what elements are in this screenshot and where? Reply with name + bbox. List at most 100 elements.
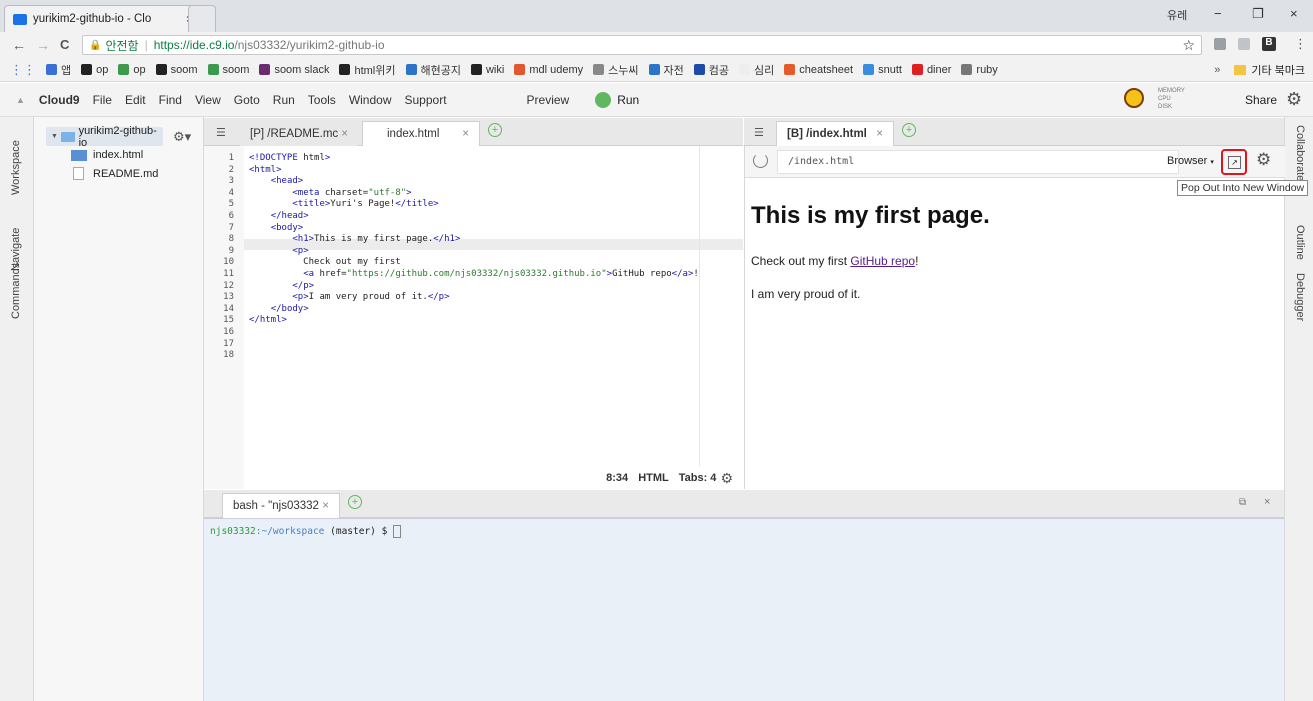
bookmark-label: diner <box>926 63 952 76</box>
menu-run[interactable]: Run <box>273 93 295 107</box>
other-bookmarks[interactable]: 기타 북마크 <box>1251 62 1305 78</box>
tree-file-item[interactable]: index.html <box>71 149 143 161</box>
bookmark-item[interactable]: soom <box>207 63 250 76</box>
code-line: <head> <box>270 176 304 187</box>
more-bookmarks-icon[interactable]: » <box>1214 64 1220 76</box>
tab-readme[interactable]: [P] /README.mc × <box>240 121 358 146</box>
bookmark-item[interactable]: 자전 <box>648 62 684 78</box>
outline-panel-button[interactable]: Outline <box>1294 225 1306 260</box>
editor-settings-gear-icon[interactable]: ⚙ <box>720 470 733 487</box>
workspace-panel-button[interactable]: Workspace <box>10 140 22 195</box>
close-panel-icon[interactable]: × <box>1264 496 1270 508</box>
window-close-icon[interactable]: × <box>1290 6 1298 21</box>
tab-preview[interactable]: [B] /index.html × <box>776 121 894 146</box>
terminal[interactable]: njs03332:~/workspace (master) $ <box>204 518 1284 701</box>
add-tab-icon[interactable]: + <box>488 123 502 137</box>
tree-file-item[interactable]: README.md <box>73 167 158 180</box>
collaborate-panel-button[interactable]: Collaborate <box>1294 125 1306 181</box>
menu-tools[interactable]: Tools <box>308 93 336 107</box>
refresh-icon[interactable] <box>753 153 768 168</box>
line-number: 13 <box>223 292 234 303</box>
bookmark-label: soom slack <box>274 63 330 76</box>
expand-arrow-icon[interactable]: ▼ <box>51 133 58 140</box>
menu-window[interactable]: Window <box>349 93 392 107</box>
bookmark-item[interactable]: ruby <box>961 64 998 76</box>
restore-icon[interactable]: ❐ <box>1252 6 1264 22</box>
minimize-icon[interactable]: − <box>1214 6 1222 21</box>
bookmark-item[interactable]: 해현공지 <box>405 62 461 78</box>
profile-name[interactable]: 유레 <box>1167 7 1187 23</box>
bookmark-item[interactable]: 앱 <box>46 62 71 78</box>
commands-panel-button[interactable]: Commands <box>10 263 22 319</box>
preview-settings-gear-icon[interactable]: ⚙ <box>1256 150 1271 170</box>
tab-close-icon[interactable]: × <box>876 128 883 140</box>
bold-extension-icon[interactable]: B <box>1262 37 1276 51</box>
bookmark-icon <box>118 64 130 75</box>
bookmark-item[interactable]: html위키 <box>339 62 396 78</box>
apps-grid-icon[interactable]: ⋮⋮ <box>10 62 36 78</box>
tab-close-icon[interactable]: × <box>322 500 329 512</box>
syntax-mode[interactable]: HTML <box>638 472 669 484</box>
share-button[interactable]: Share <box>1245 93 1277 107</box>
chrome-menu-icon[interactable]: ⋮ <box>1294 36 1307 52</box>
debugger-panel-button[interactable]: Debugger <box>1294 273 1306 321</box>
bookmark-label: soom <box>222 63 250 76</box>
ide-menubar: ▲ Cloud9 File Edit Find View Goto Run Tools Wind… <box>0 83 1313 117</box>
new-tab-button[interactable] <box>188 5 216 32</box>
add-tab-icon[interactable]: + <box>902 123 916 137</box>
code-editor[interactable]: 1 <!DOCTYPE html> 2 <html> 3 <head> 4 <meta c… <box>204 146 743 489</box>
run-button[interactable]: Run <box>617 93 639 107</box>
tab-index-html[interactable]: index.html × <box>362 121 480 146</box>
bookmark-item[interactable]: soom slack <box>259 64 329 76</box>
back-icon[interactable]: ← <box>12 37 26 53</box>
tab-close-icon[interactable]: × <box>341 128 348 140</box>
collapse-arrow-icon[interactable]: ▲ <box>16 95 25 105</box>
bookmark-item[interactable]: diner <box>911 63 952 76</box>
tab-terminal[interactable]: bash - "njs03332 × <box>222 493 340 518</box>
tab-close-icon[interactable]: × <box>462 128 469 140</box>
bookmark-item[interactable]: soom <box>155 64 198 76</box>
preview-url-input[interactable]: /index.html <box>777 150 1179 174</box>
menu-support[interactable]: Support <box>405 93 447 107</box>
folder-icon <box>1234 64 1247 75</box>
address-bar[interactable]: 🔒 안전함 | https://ide.c9.io /njs03332/yuri… <box>82 35 1202 55</box>
browser-dropdown[interactable]: Browser ▾ <box>1167 155 1214 167</box>
bookmark-item[interactable]: mdl udemy <box>514 64 583 76</box>
tab-list-icon[interactable]: ☰ <box>754 126 764 139</box>
tree-root[interactable]: ▼ yurikim2-github-io <box>46 125 163 149</box>
tab-list-icon[interactable]: ☰ <box>216 126 226 139</box>
menu-goto[interactable]: Goto <box>234 93 260 107</box>
bookmark-item[interactable]: op <box>118 64 146 76</box>
reload-icon[interactable]: C <box>60 37 69 52</box>
gear-icon[interactable]: ⚙ <box>1286 89 1302 110</box>
tab-size[interactable]: Tabs: 4 <box>679 472 717 484</box>
extension-icon[interactable] <box>1238 38 1250 50</box>
bookmark-item[interactable]: 심리 <box>739 62 774 78</box>
extension-icon[interactable] <box>1214 38 1226 50</box>
menu-cloud9[interactable]: Cloud9 <box>39 93 80 107</box>
avatar[interactable] <box>1124 88 1144 108</box>
bookmark-icon <box>207 64 219 75</box>
github-repo-link[interactable]: GitHub repo <box>850 254 915 268</box>
bookmark-item[interactable]: snutt <box>863 64 902 76</box>
bookmark-item[interactable]: 컴공 <box>693 62 729 78</box>
bookmark-star-icon[interactable]: ☆ <box>1182 37 1195 54</box>
bookmark-item[interactable]: cheatsheet <box>784 64 853 76</box>
menu-view[interactable]: View <box>195 93 221 107</box>
run-icon[interactable] <box>595 91 612 108</box>
maximize-panel-icon[interactable]: ⧉ <box>1239 497 1246 508</box>
bookmark-icon <box>405 64 417 75</box>
bookmark-label: wiki <box>485 63 505 76</box>
menu-file[interactable]: File <box>93 93 112 107</box>
tree-settings-gear-icon[interactable]: ⚙▾ <box>173 129 191 145</box>
forward-icon[interactable]: → <box>36 37 50 53</box>
bookmark-item[interactable]: op <box>81 64 108 76</box>
bookmark-item[interactable]: 스누씨 <box>593 62 639 78</box>
browser-tab[interactable]: yurikim2-github-io - Clo × <box>4 5 202 32</box>
menu-edit[interactable]: Edit <box>125 93 146 107</box>
bookmark-item[interactable]: wiki <box>470 63 505 76</box>
preview-menu[interactable]: Preview <box>527 93 570 107</box>
pop-out-button[interactable]: ↗ <box>1221 149 1247 175</box>
menu-find[interactable]: Find <box>159 93 182 107</box>
add-tab-icon[interactable]: + <box>348 495 362 509</box>
